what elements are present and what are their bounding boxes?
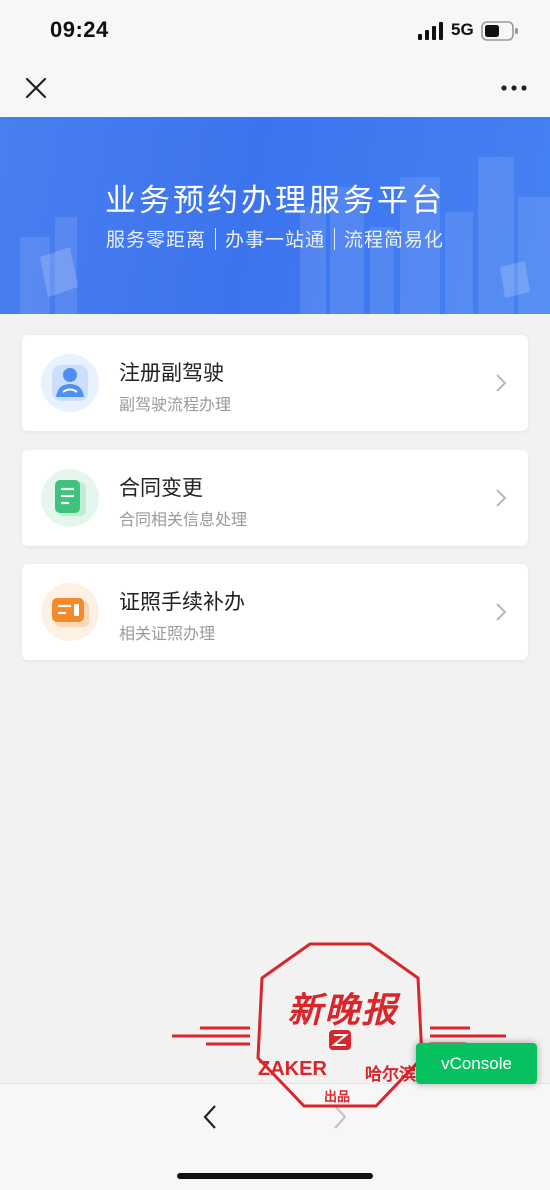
service-icon-wrap [41, 469, 99, 527]
service-card-register-copilot[interactable]: 注册副驾驶 副驾驶流程办理 [22, 335, 528, 431]
service-card-contract-change[interactable]: 合同变更 合同相关信息处理 [22, 450, 528, 546]
status-time: 09:24 [50, 17, 109, 42]
banner-subtitle: 服务零距离 办事一站通 流程简易化 [0, 225, 550, 252]
service-desc: 相关证照办理 [119, 624, 216, 643]
battery-icon [481, 21, 518, 41]
banner-subtitle-part: 办事一站通 [224, 229, 325, 251]
chevron-right-icon [496, 603, 507, 621]
banner-title: 业务预约办理服务平台 [105, 183, 445, 219]
stamp-brand: ZAKER [258, 1058, 327, 1080]
service-icon-wrap [41, 583, 99, 641]
home-indicator [177, 1173, 373, 1179]
more-icon[interactable] [498, 76, 530, 100]
subtitle-divider [334, 228, 335, 250]
banner-subtitle-part: 服务零距离 [105, 229, 206, 251]
service-desc: 副驾驶流程办理 [119, 395, 232, 414]
service-icon-wrap [41, 354, 99, 412]
banner-subtitle-part: 流程简易化 [344, 229, 445, 251]
subtitle-divider [214, 228, 216, 250]
chevron-right-icon [496, 374, 507, 392]
zaker-watermark-stamp: 新晚报 ZAKER 哈尔滨 出品 [170, 938, 510, 1110]
service-title: 注册副驾驶 [119, 361, 224, 385]
stamp-calligraphy: 新晚报 [287, 990, 399, 1031]
stamp-city: 哈尔滨 [365, 1065, 416, 1085]
nav-bar [0, 60, 550, 117]
signal-icon [418, 22, 443, 40]
service-desc: 合同相关信息处理 [119, 510, 248, 529]
network-label: 5G [451, 20, 474, 39]
banner: 业务预约办理服务平台 服务零距离 办事一站通 流程简易化 [0, 117, 550, 314]
driver-icon [41, 354, 99, 412]
status-bar: 09:24 5G [0, 0, 550, 60]
service-title: 合同变更 [119, 476, 203, 500]
service-title: 证照手续补办 [119, 590, 245, 614]
license-icon [41, 583, 99, 641]
close-icon[interactable] [22, 74, 50, 102]
document-icon [41, 469, 99, 527]
service-card-license-reissue[interactable]: 证照手续补办 相关证照办理 [22, 564, 528, 660]
vconsole-button[interactable]: vConsole [416, 1043, 537, 1084]
stamp-note: 出品 [324, 1090, 351, 1105]
chevron-right-icon [496, 489, 507, 507]
